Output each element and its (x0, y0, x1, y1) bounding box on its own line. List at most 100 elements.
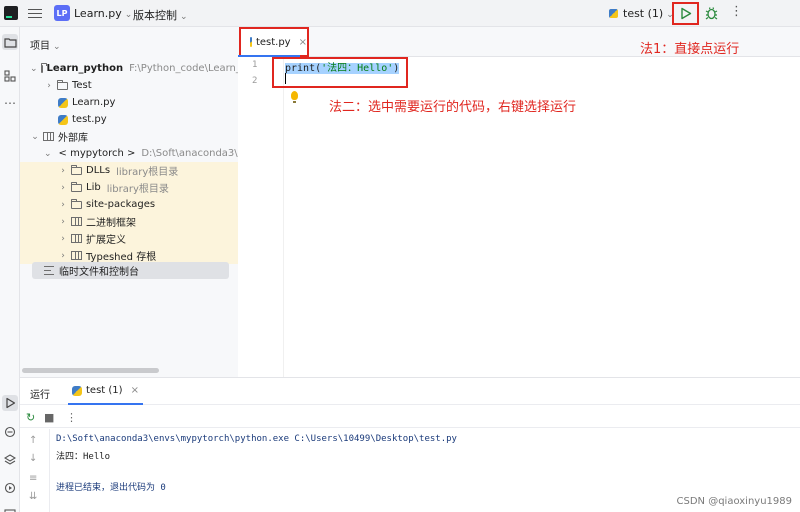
soft-wrap-icon[interactable]: ≡ (29, 473, 37, 484)
main-menu-icon[interactable] (28, 6, 42, 20)
library-icon (71, 234, 82, 243)
tree-item-path: D:\Soft\anaconda3\en (141, 148, 238, 159)
tree-item-learn-py[interactable]: Learn.py (20, 94, 238, 111)
close-icon[interactable]: × (131, 385, 139, 396)
scroll-down-icon[interactable]: ↓ (29, 453, 37, 464)
editor-tab-test-py[interactable]: test.py × (239, 27, 309, 57)
chevron-right-icon[interactable]: › (58, 166, 68, 176)
python-file-icon (250, 37, 252, 47)
line-number: 2 (252, 76, 258, 86)
vcs-label: 版本控制 (133, 9, 177, 22)
tree-item-interpreter[interactable]: ⌄ < mypytorch > D:\Soft\anaconda3\en (20, 145, 238, 162)
chevron-down-icon: ⌄ (53, 42, 61, 52)
tree-item-label: Lib (86, 182, 101, 193)
project-panel: 项目⌄ ⌄ Learn_python F:\Python_code\Learn_… (20, 27, 238, 377)
tree-item-tag: library根目录 (106, 184, 169, 195)
run-panel-header: 运行 test (1) × (20, 378, 800, 405)
chevron-right-icon[interactable]: › (58, 200, 68, 210)
tree-item-scratches[interactable]: 临时文件和控制台 (32, 262, 229, 279)
stop-icon[interactable]: ■ (44, 411, 54, 424)
annotation-method-1: 法1：直接点运行 (640, 42, 740, 57)
tree-item-project-root[interactable]: ⌄ Learn_python F:\Python_code\Learn_py (20, 60, 238, 77)
project-switcher[interactable]: Learn.py ⌄ (74, 7, 132, 20)
title-bar: LP Learn.py ⌄ 版本控制 ⌄ test (1) ⌄ ⋮ (0, 0, 800, 27)
run-tool-icon[interactable] (2, 395, 18, 411)
run-tab-label: test (1) (86, 385, 123, 396)
folder-icon (71, 198, 82, 209)
folder-icon (71, 164, 82, 175)
lightbulb-icon[interactable] (291, 91, 298, 103)
run-panel-title: 运行 (30, 390, 50, 401)
services-icon[interactable] (2, 480, 18, 496)
run-button[interactable] (672, 2, 699, 25)
run-config-selector[interactable]: test (1) ⌄ (609, 7, 674, 20)
run-config-label: test (1) (623, 7, 664, 20)
terminal-icon[interactable] (2, 506, 18, 512)
library-icon (71, 217, 82, 226)
structure-tool-icon[interactable] (2, 68, 18, 84)
run-toolbar: ↻ ■ ⋮ (20, 406, 800, 428)
more-actions-icon[interactable]: ⋮ (66, 411, 77, 424)
tree-item-test-folder[interactable]: › Test (20, 77, 238, 94)
tree-item-extensions[interactable]: › 扩展定义 (20, 230, 238, 247)
tree-item-label: Typeshed 存根 (86, 252, 157, 263)
tree-item-label: site-packages (86, 199, 156, 210)
chevron-right-icon[interactable]: › (58, 234, 68, 244)
chevron-right-icon[interactable]: › (44, 81, 54, 91)
debug-button[interactable] (705, 6, 718, 23)
tab-label: test.py (255, 36, 291, 48)
expand-arrow-icon[interactable]: ⌄ (30, 64, 38, 74)
rerun-icon[interactable]: ↻ (26, 411, 35, 424)
python-file-icon (609, 9, 618, 18)
tree-item-label: 扩展定义 (86, 235, 126, 246)
project-badge[interactable]: LP (54, 5, 70, 21)
tree-item-lib[interactable]: › Lib library根目录 (20, 179, 238, 196)
expand-arrow-icon[interactable]: ⌄ (44, 149, 52, 159)
project-panel-header[interactable]: 项目 ⌄ (30, 37, 61, 52)
annotation-box-code (272, 57, 408, 88)
scroll-to-end-icon[interactable]: ⇊ (29, 491, 37, 502)
python-file-icon (72, 385, 82, 396)
chevron-right-icon[interactable]: › (58, 251, 68, 261)
layers-icon[interactable] (2, 452, 18, 468)
annotation-method-2: 法二：选中需要运行的代码，右键选择运行 (329, 100, 577, 115)
folder-icon (40, 62, 47, 73)
tree-item-external-libraries[interactable]: ⌄ 外部库 (20, 128, 238, 145)
watermark: CSDN @qiaoxinyu1989 (676, 496, 793, 507)
tree-item-binary-skeletons[interactable]: › 二进制框架 (20, 213, 238, 230)
tree-item-label: < mypytorch > (58, 148, 136, 159)
tree-item-dlls[interactable]: › DLLs library根目录 (20, 162, 238, 179)
scratches-icon (44, 266, 54, 275)
output-line: D:\Soft\anaconda3\envs\mypytorch\python.… (56, 434, 457, 444)
left-tool-strip: ⋯ (0, 27, 20, 512)
folder-icon (57, 79, 68, 90)
python-file-icon (58, 97, 68, 108)
chevron-right-icon[interactable]: › (58, 183, 68, 193)
more-tools-icon[interactable]: ⋯ (2, 95, 18, 111)
editor-gutter: 1 2 (238, 57, 284, 377)
python-console-icon[interactable] (2, 424, 18, 440)
run-tab-test-1[interactable]: test (1) × (68, 378, 143, 405)
expand-arrow-icon[interactable]: ⌄ (30, 132, 40, 142)
tree-item-path: F:\Python_code\Learn_py (129, 63, 238, 74)
vcs-menu[interactable]: 版本控制 ⌄ (133, 7, 188, 23)
project-tool-icon[interactable] (2, 34, 18, 50)
tree-item-label: 二进制框架 (86, 218, 136, 229)
tree-item-test-py[interactable]: test.py (20, 111, 238, 128)
pycharm-logo-icon (4, 6, 18, 20)
bug-icon (705, 7, 718, 20)
tree-item-label: 临时文件和控制台 (59, 267, 139, 278)
tree-item-site-packages[interactable]: › site-packages (20, 196, 238, 213)
play-icon (680, 7, 691, 20)
run-panel: 运行 test (1) × ↻ ■ ⋮ ↑ ↓ ≡ ⇊ D:\Soft\anac… (20, 377, 800, 512)
chevron-right-icon[interactable]: › (58, 217, 68, 227)
project-name: Learn.py (74, 7, 122, 20)
scroll-up-icon[interactable]: ↑ (29, 435, 37, 446)
project-horizontal-scrollbar[interactable] (22, 368, 159, 373)
line-number: 1 (252, 60, 258, 70)
tree-item-label: Learn_python (46, 63, 124, 74)
tree-item-label: 外部库 (58, 133, 88, 144)
more-actions-icon[interactable]: ⋮ (730, 4, 743, 19)
library-icon (71, 251, 82, 260)
close-icon[interactable]: × (299, 37, 307, 48)
